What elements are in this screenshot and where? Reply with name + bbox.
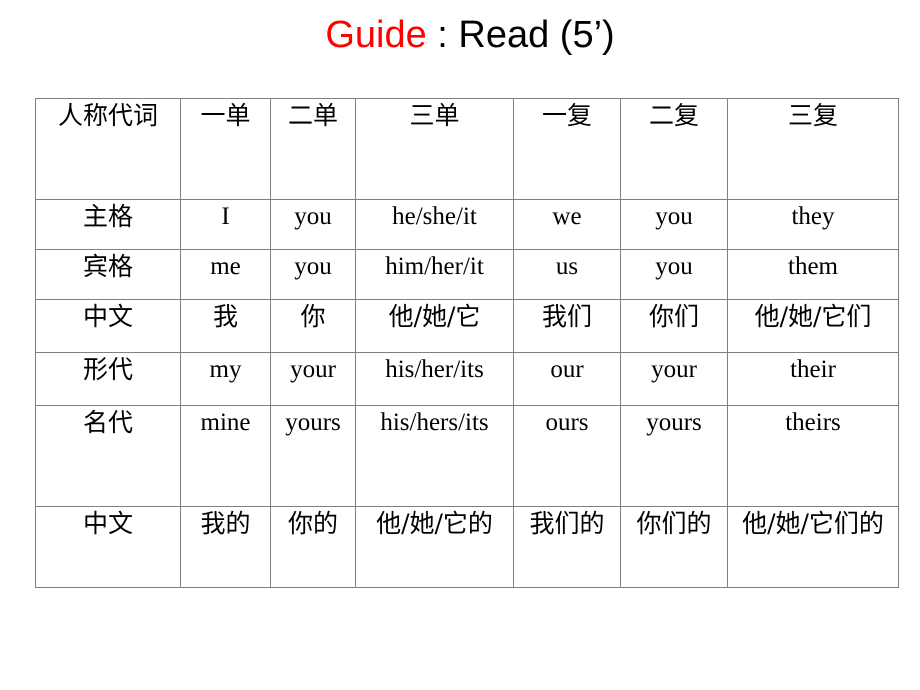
- table-cell: 我们的: [513, 506, 621, 588]
- table-cell: our: [513, 352, 621, 406]
- page-title-rest: : Read (5’): [426, 14, 615, 56]
- page-title: Guide : Read (5’): [0, 12, 920, 58]
- table-cell: they: [727, 199, 899, 250]
- table-cell: mine: [180, 405, 271, 507]
- table-cell: ours: [513, 405, 621, 507]
- table-cell: me: [180, 249, 271, 300]
- table-cell: 我的: [180, 506, 271, 588]
- table-header-cell: 二单: [270, 98, 356, 200]
- table-cell: you: [620, 199, 728, 250]
- table-cell: yours: [270, 405, 356, 507]
- table-row: 主格 Iyou he/she/it we you they: [35, 199, 899, 250]
- table-cell: theirs: [727, 405, 899, 507]
- table-cell: your: [270, 352, 356, 406]
- table-cell: 你的: [270, 506, 356, 588]
- table-cell: us: [513, 249, 621, 300]
- table-cell: 他/她/它们的: [727, 506, 899, 588]
- table-cell: him/her/it: [355, 249, 514, 300]
- table-row-label: 中文: [35, 299, 181, 353]
- table-header-cell: 二复: [620, 98, 728, 200]
- table-cell: my: [180, 352, 271, 406]
- table-cell: 你们的: [620, 506, 728, 588]
- table-cell: 他/她/它们: [727, 299, 899, 353]
- table-header-cell: 一单: [180, 98, 271, 200]
- table-header-row: 人称代词 一单 二单 三单 一复 二复 三复: [35, 98, 899, 200]
- table-row: 中文我你他/她/它 我们 你们 他/她/它们: [35, 299, 899, 353]
- table-cell: yours: [620, 405, 728, 507]
- table-cell: his/her/its: [355, 352, 514, 406]
- table-header-cell: 一复: [513, 98, 621, 200]
- table-row: 中文 我的 你的 他/她/它的 我们的 你们的 他/她/它们的: [35, 506, 899, 588]
- table-row: 宾格 me you him/her/it us you them: [35, 249, 899, 300]
- table-cell: them: [727, 249, 899, 300]
- table-cell: his/hers/its: [355, 405, 514, 507]
- pronoun-table-body: 人称代词 一单 二单 三单 一复 二复 三复 主格 Iyou he/she/it we you they…: [35, 98, 899, 588]
- table-row: 名代 mine yours his/hers/its ours yours theirs: [35, 405, 899, 507]
- pronoun-table: 人称代词 一单 二单 三单 一复 二复 三复 主格 Iyou he/she/it we you they…: [35, 98, 899, 588]
- table-cell: 我: [180, 299, 271, 353]
- table-row: 形代 my your his/her/its our your their: [35, 352, 899, 406]
- table-cell: 我们: [513, 299, 621, 353]
- table-row-label: 宾格: [35, 249, 181, 300]
- table-cell: 你: [270, 299, 356, 353]
- table-header-cell: 三单: [355, 98, 514, 200]
- table-row-label: 名代: [35, 405, 181, 507]
- table-header-cell: 三复: [727, 98, 899, 200]
- table-cell: 你们: [620, 299, 728, 353]
- table-cell: 他/她/它: [355, 299, 514, 353]
- table-cell: their: [727, 352, 899, 406]
- table-cell: you: [270, 249, 356, 300]
- table-header-label: 人称代词: [35, 98, 181, 200]
- table-cell: I: [180, 199, 271, 250]
- table-cell: we: [513, 199, 621, 250]
- page-title-highlight: Guide: [325, 14, 427, 56]
- table-cell: 他/她/它的: [355, 506, 514, 588]
- table-row-label: 主格: [35, 199, 181, 250]
- table-cell: he/she/it: [355, 199, 514, 250]
- table-row-label: 中文: [35, 506, 181, 588]
- table-cell: your: [620, 352, 728, 406]
- table-cell: you: [270, 199, 356, 250]
- table-row-label: 形代: [35, 352, 181, 406]
- table-cell: you: [620, 249, 728, 300]
